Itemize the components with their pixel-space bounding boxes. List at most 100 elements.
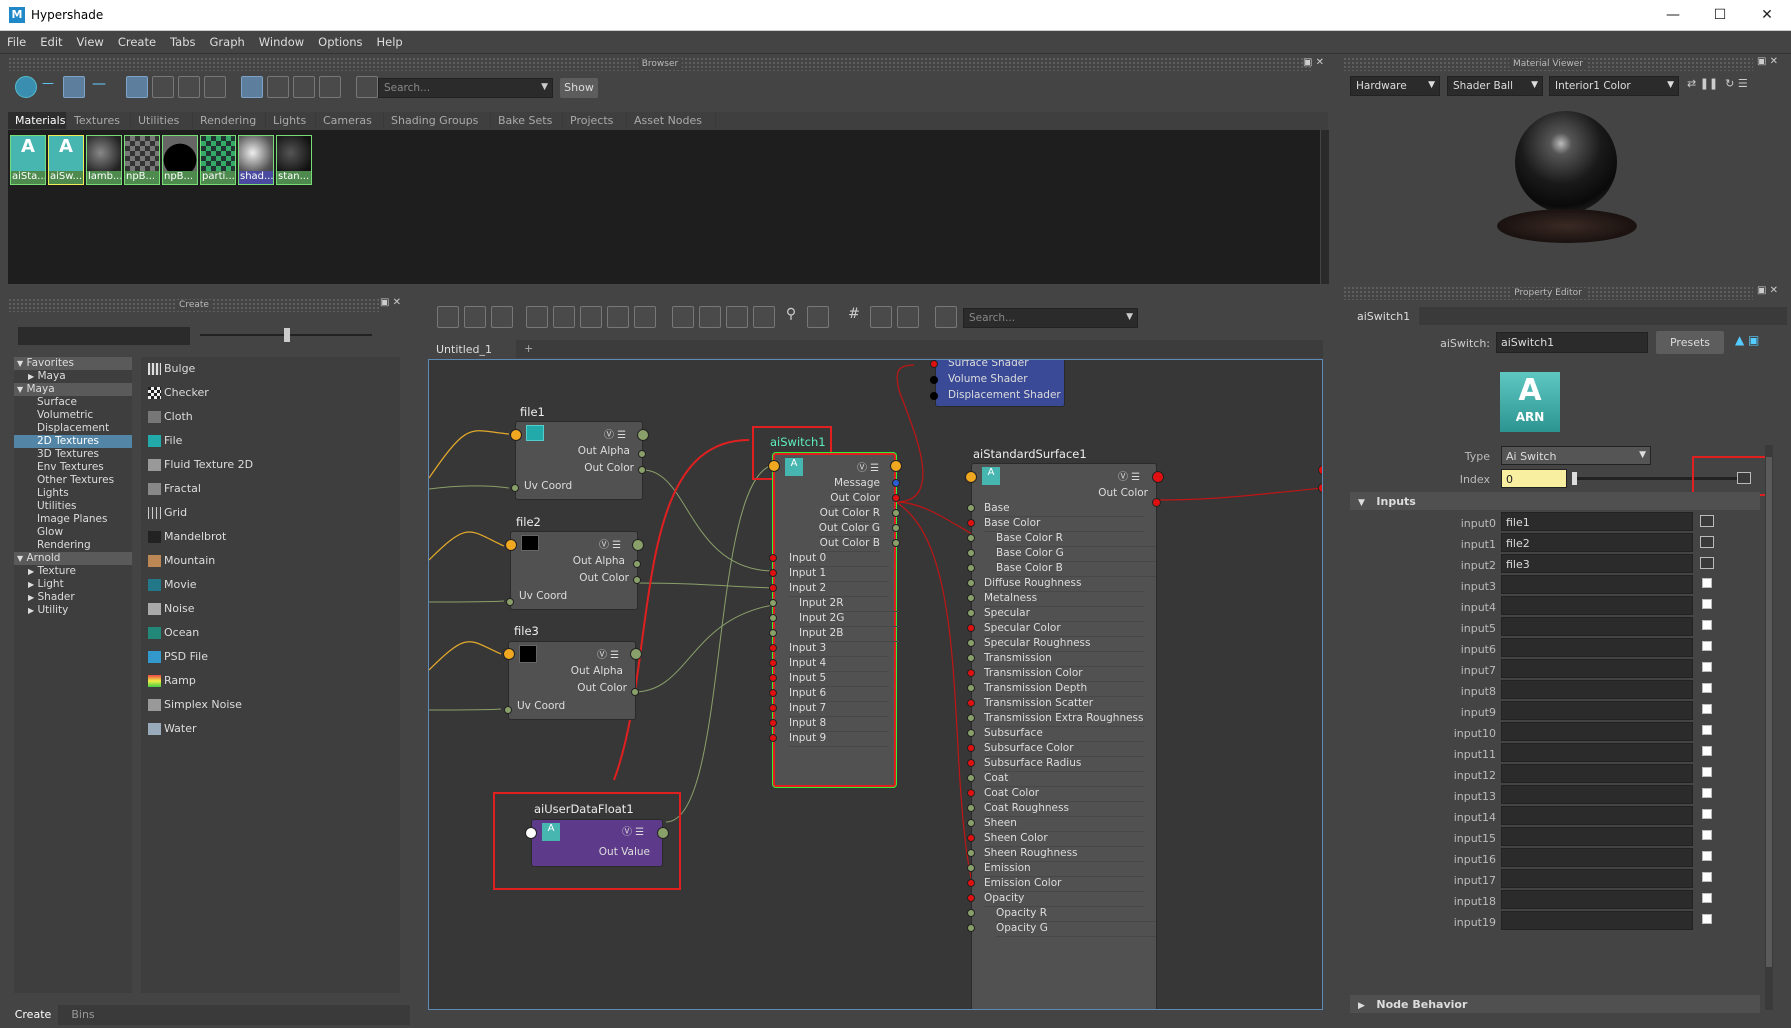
sort-name-icon[interactable] bbox=[241, 76, 263, 98]
file3-input-port[interactable] bbox=[503, 648, 515, 660]
swatch-shader[interactable]: shad... bbox=[238, 135, 274, 185]
tree-favorites[interactable]: ▼ Favorites bbox=[14, 357, 132, 370]
graph-layout-icon[interactable] bbox=[672, 306, 694, 328]
menu-view[interactable]: View bbox=[70, 31, 111, 49]
node-menu-icon[interactable]: Ⓥ ☰ bbox=[604, 426, 626, 441]
map-button-icon[interactable] bbox=[1702, 830, 1712, 840]
input-field[interactable] bbox=[1501, 743, 1693, 762]
tab-lights[interactable]: Lights bbox=[266, 112, 316, 129]
graph-tool-icon[interactable] bbox=[634, 306, 656, 328]
search-icon[interactable]: ⚲ bbox=[780, 306, 802, 328]
swatch-npb2[interactable]: npB... bbox=[162, 135, 198, 185]
map-button-icon[interactable] bbox=[1702, 641, 1712, 651]
sort-type-icon[interactable] bbox=[267, 76, 289, 98]
menu-create[interactable]: Create bbox=[111, 31, 163, 49]
port[interactable] bbox=[967, 924, 975, 932]
input-field[interactable] bbox=[1501, 785, 1693, 804]
graph-layout-icon[interactable] bbox=[726, 306, 748, 328]
graph-tool-icon[interactable] bbox=[437, 306, 459, 328]
node-name-field[interactable]: aiSwitch1 bbox=[1496, 332, 1648, 353]
focus-icons[interactable]: ▲ ▣ bbox=[1735, 333, 1759, 347]
map-button-icon[interactable] bbox=[1702, 851, 1712, 861]
map-button-icon[interactable] bbox=[1702, 809, 1712, 819]
file1-input-port[interactable] bbox=[510, 429, 522, 441]
input-field[interactable] bbox=[1501, 617, 1693, 636]
port[interactable] bbox=[967, 729, 975, 737]
view-icons-icon[interactable] bbox=[63, 76, 85, 98]
port[interactable] bbox=[892, 494, 900, 502]
port[interactable] bbox=[967, 849, 975, 857]
file3-node[interactable]: Ⓥ ☰ Out Alpha Out Color Uv Coord bbox=[508, 641, 636, 720]
port[interactable] bbox=[967, 654, 975, 662]
filter-icon[interactable] bbox=[356, 76, 378, 98]
create-item-checker[interactable]: Checker bbox=[141, 381, 400, 405]
property-scrollbar[interactable] bbox=[1765, 445, 1773, 1010]
map-button-icon[interactable] bbox=[1737, 472, 1751, 484]
slider-handle[interactable] bbox=[1572, 472, 1577, 485]
menu-help[interactable]: Help bbox=[370, 31, 410, 49]
swatch-npb1[interactable]: npB... bbox=[124, 135, 160, 185]
port[interactable] bbox=[967, 879, 975, 887]
node-graph-canvas[interactable]: file1 Ⓥ ☰ Out Alpha Out Color Uv Coord f… bbox=[428, 359, 1323, 1010]
tree-favorites-maya[interactable]: ▶ Maya bbox=[14, 370, 132, 383]
input-field[interactable] bbox=[1501, 911, 1693, 930]
tree-utility[interactable]: ▶ Utility bbox=[14, 604, 132, 617]
viewer-float-close-icons[interactable]: ▣ ✕ bbox=[1757, 56, 1785, 67]
create-item-cloth[interactable]: Cloth bbox=[141, 405, 400, 429]
file2-input-port[interactable] bbox=[505, 539, 517, 551]
port[interactable] bbox=[892, 539, 900, 547]
input-field[interactable] bbox=[1501, 722, 1693, 741]
tree-volumetric[interactable]: Volumetric bbox=[14, 409, 132, 422]
port[interactable] bbox=[967, 759, 975, 767]
port[interactable] bbox=[511, 484, 519, 492]
browser-search-input[interactable]: Search... ▼ bbox=[378, 78, 553, 98]
port[interactable] bbox=[506, 598, 514, 606]
menu-edit[interactable]: Edit bbox=[33, 31, 69, 49]
tab-cameras[interactable]: Cameras bbox=[316, 112, 384, 129]
port[interactable] bbox=[1318, 465, 1322, 475]
tab-create[interactable]: Create bbox=[8, 1005, 58, 1025]
create-item-ramp[interactable]: Ramp bbox=[141, 669, 400, 693]
create-search-input[interactable] bbox=[18, 327, 190, 345]
tree-shader[interactable]: ▶ Shader bbox=[14, 591, 132, 604]
input-field[interactable] bbox=[1501, 701, 1693, 720]
tab-utilities[interactable]: Utilities bbox=[131, 112, 193, 129]
graph-tool-icon[interactable] bbox=[897, 306, 919, 328]
presets-button[interactable]: Presets bbox=[1656, 331, 1724, 354]
input-field[interactable] bbox=[1501, 596, 1693, 615]
node-menu-icon[interactable]: Ⓥ ☰ bbox=[599, 536, 621, 551]
port[interactable] bbox=[769, 734, 777, 742]
map-button-icon[interactable] bbox=[1702, 872, 1712, 882]
tree-other-textures[interactable]: Other Textures bbox=[14, 474, 132, 487]
graph-tool-icon[interactable] bbox=[464, 306, 486, 328]
port[interactable] bbox=[892, 524, 900, 532]
port[interactable] bbox=[769, 704, 777, 712]
map-button-icon[interactable] bbox=[1702, 767, 1712, 777]
graph-tool-icon[interactable] bbox=[607, 306, 629, 328]
node-menu-icon[interactable]: Ⓥ ☰ bbox=[622, 823, 644, 838]
port[interactable] bbox=[769, 569, 777, 577]
port[interactable] bbox=[967, 624, 975, 632]
input-field[interactable] bbox=[1501, 827, 1693, 846]
menu-tabs[interactable]: Tabs bbox=[163, 31, 202, 49]
input-field[interactable] bbox=[1501, 806, 1693, 825]
map-button-icon[interactable] bbox=[1700, 515, 1714, 527]
tree-texture[interactable]: ▶ Texture bbox=[14, 565, 132, 578]
create-item-file[interactable]: File bbox=[141, 429, 400, 453]
input-field[interactable]: file3 bbox=[1501, 554, 1693, 573]
input-field[interactable] bbox=[1501, 659, 1693, 678]
standard-output-port[interactable] bbox=[1152, 471, 1164, 483]
port[interactable] bbox=[967, 504, 975, 512]
toggle-on-icon[interactable] bbox=[15, 76, 37, 98]
browser-float-close-icons[interactable]: ▣ ✕ bbox=[1303, 57, 1327, 68]
create-item-psd-file[interactable]: PSD File bbox=[141, 645, 400, 669]
port[interactable] bbox=[633, 576, 641, 584]
create-size-slider[interactable] bbox=[200, 328, 372, 342]
port[interactable] bbox=[769, 599, 777, 607]
userdata-input-port[interactable] bbox=[525, 827, 537, 839]
port[interactable] bbox=[892, 509, 900, 517]
graph-tool-icon[interactable] bbox=[870, 306, 892, 328]
create-item-simplex-noise[interactable]: Simplex Noise bbox=[141, 693, 400, 717]
swatch-particle[interactable]: parti... bbox=[200, 135, 236, 185]
tab-shading-groups[interactable]: Shading Groups bbox=[384, 112, 491, 129]
